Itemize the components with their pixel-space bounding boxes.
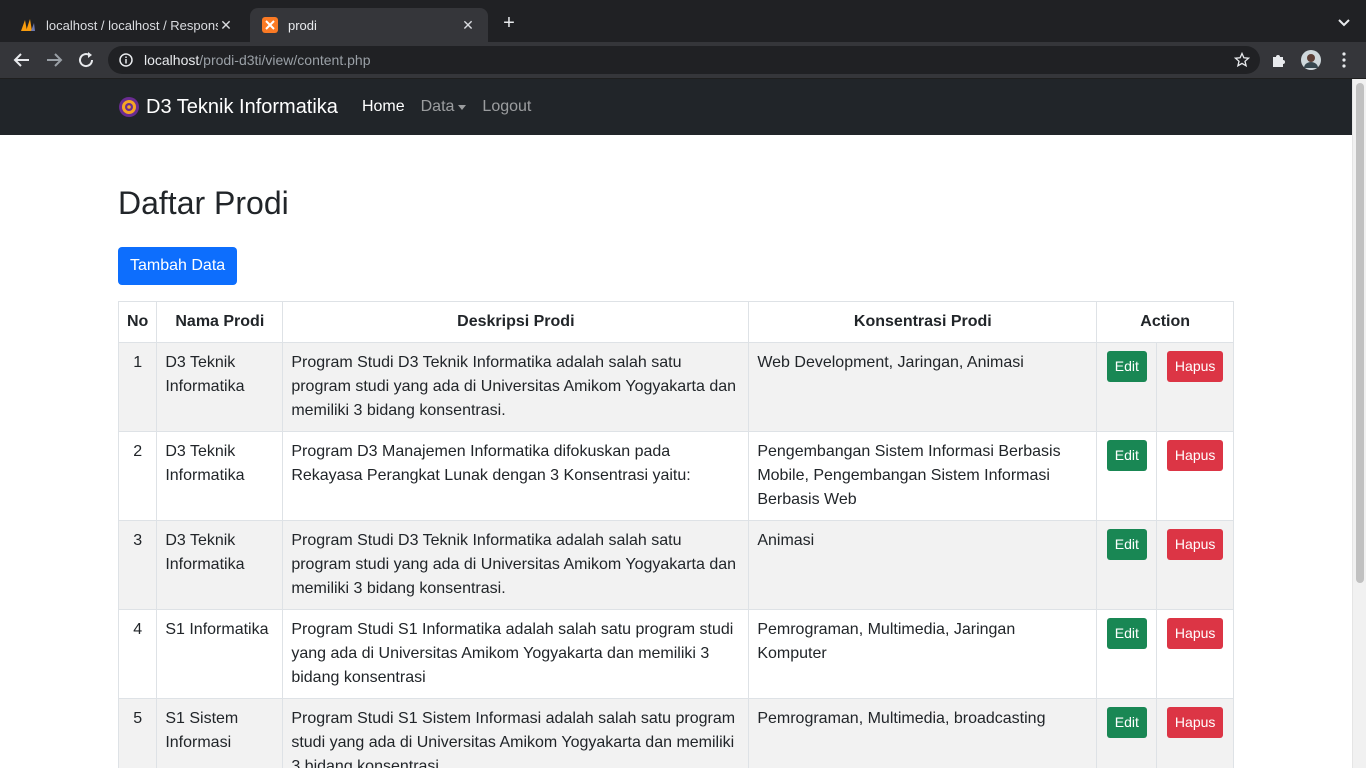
col-konsentrasi: Konsentrasi Prodi (748, 301, 1098, 343)
delete-button[interactable]: Hapus (1166, 440, 1224, 471)
browser-tab-prodi[interactable]: prodi ✕ (250, 8, 488, 42)
extensions-puzzle-icon[interactable] (1269, 50, 1289, 70)
info-icon[interactable] (108, 53, 144, 67)
col-deskripsi: Deskripsi Prodi (282, 301, 750, 343)
chevron-down-icon[interactable] (1336, 14, 1352, 30)
site-navbar: D3 Teknik Informatika Home Data Logout (0, 79, 1352, 135)
cell-no: 2 (117, 431, 158, 521)
page-scrollbar[interactable] (1352, 79, 1366, 768)
profile-avatar-icon[interactable] (1301, 50, 1321, 70)
table-row: 3 D3 Teknik Informatika Program Studi D3… (117, 520, 1234, 610)
cell-hapus: Hapus (1156, 342, 1234, 432)
cell-deskripsi: Program Studi D3 Teknik Informatika adal… (282, 520, 750, 610)
edit-button[interactable]: Edit (1106, 529, 1147, 560)
cell-konsentrasi: Pengembangan Sistem Informasi Berbasis M… (748, 431, 1098, 521)
nav-home[interactable]: Home (362, 98, 405, 116)
close-icon[interactable]: ✕ (218, 17, 234, 34)
cell-no: 1 (117, 342, 158, 432)
cell-nama: S1 Sistem Informasi (156, 698, 284, 768)
browser-toolbar: localhost/prodi-d3ti/view/content.php (0, 42, 1366, 79)
cell-no: 5 (117, 698, 158, 768)
page-viewport: D3 Teknik Informatika Home Data Logout D… (0, 79, 1352, 768)
tab-title: localhost / localhost / Responsi (46, 17, 218, 33)
edit-button[interactable]: Edit (1106, 351, 1147, 382)
table-row: 5 S1 Sistem Informasi Program Studi S1 S… (117, 698, 1234, 768)
address-bar[interactable]: localhost/prodi-d3ti/view/content.php (108, 46, 1260, 74)
nav-logout[interactable]: Logout (482, 98, 531, 116)
edit-button[interactable]: Edit (1106, 440, 1147, 471)
cell-edit: Edit (1096, 520, 1158, 610)
table-header-row: No Nama Prodi Deskripsi Prodi Konsentras… (117, 301, 1234, 343)
bookmark-star-icon[interactable] (1233, 51, 1251, 73)
cell-edit: Edit (1096, 342, 1158, 432)
phpmyadmin-icon (20, 17, 36, 33)
cell-konsentrasi: Web Development, Jaringan, Animasi (748, 342, 1098, 432)
reload-icon[interactable] (75, 49, 97, 71)
navbar-brand[interactable]: D3 Teknik Informatika (118, 96, 338, 119)
nav-data-label: Data (420, 98, 455, 115)
cell-nama: D3 Teknik Informatika (156, 431, 284, 521)
cell-edit: Edit (1096, 609, 1158, 699)
prodi-table: No Nama Prodi Deskripsi Prodi Konsentras… (117, 301, 1234, 768)
page-title: Daftar Prodi (118, 185, 289, 221)
cell-konsentrasi: Animasi (748, 520, 1098, 610)
table-row: 2 D3 Teknik Informatika Program D3 Manaj… (117, 431, 1234, 521)
caret-down-icon (458, 104, 467, 110)
col-nama: Nama Prodi (156, 301, 284, 343)
cell-edit: Edit (1096, 431, 1158, 521)
nav-data-dropdown[interactable]: Data (421, 98, 467, 116)
cell-deskripsi: Program Studi S1 Informatika adalah sala… (282, 609, 750, 699)
edit-button[interactable]: Edit (1106, 618, 1147, 649)
add-data-button[interactable]: Tambah Data (118, 247, 238, 285)
scrollbar-thumb[interactable] (1356, 83, 1364, 583)
back-icon[interactable] (11, 49, 33, 71)
browser-tab-phpmyadmin[interactable]: localhost / localhost / Responsi ✕ (8, 8, 246, 42)
table-row: 1 D3 Teknik Informatika Program Studi D3… (117, 342, 1234, 432)
tab-title: prodi (288, 17, 317, 33)
cell-edit: Edit (1096, 698, 1158, 768)
cell-nama: S1 Informatika (156, 609, 284, 699)
main-container: Daftar Prodi Tambah Data No Nama Prodi D… (117, 135, 1234, 768)
cell-deskripsi: Program D3 Manajemen Informatika difokus… (282, 431, 750, 521)
cell-konsentrasi: Pemrograman, Multimedia, broadcasting (748, 698, 1098, 768)
col-no: No (117, 301, 158, 343)
xampp-icon (262, 17, 278, 33)
delete-button[interactable]: Hapus (1166, 351, 1224, 382)
amikom-logo-icon (119, 97, 139, 117)
cell-nama: D3 Teknik Informatika (156, 520, 284, 610)
delete-button[interactable]: Hapus (1166, 618, 1224, 649)
cell-hapus: Hapus (1156, 431, 1234, 521)
delete-button[interactable]: Hapus (1166, 707, 1224, 738)
cell-no: 3 (117, 520, 158, 610)
cell-hapus: Hapus (1156, 609, 1234, 699)
edit-button[interactable]: Edit (1106, 707, 1147, 738)
close-icon[interactable]: ✕ (460, 17, 476, 34)
brand-text: D3 Teknik Informatika (146, 95, 338, 118)
url-text: localhost/prodi-d3ti/view/content.php (144, 52, 371, 68)
cell-hapus: Hapus (1156, 520, 1234, 610)
table-row: 4 S1 Informatika Program Studi S1 Inform… (117, 609, 1234, 699)
menu-dots-icon[interactable] (1334, 50, 1354, 70)
cell-deskripsi: Program Studi S1 Sistem Informasi adalah… (282, 698, 750, 768)
col-action: Action (1096, 301, 1234, 343)
cell-no: 4 (117, 609, 158, 699)
cell-nama: D3 Teknik Informatika (156, 342, 284, 432)
delete-button[interactable]: Hapus (1166, 529, 1224, 560)
new-tab-icon[interactable]: + (498, 12, 520, 34)
cell-konsentrasi: Pemrograman, Multimedia, Jaringan Komput… (748, 609, 1098, 699)
forward-icon[interactable] (43, 49, 65, 71)
browser-tab-bar: localhost / localhost / Responsi ✕ prodi… (0, 0, 1366, 42)
cell-hapus: Hapus (1156, 698, 1234, 768)
cell-deskripsi: Program Studi D3 Teknik Informatika adal… (282, 342, 750, 432)
